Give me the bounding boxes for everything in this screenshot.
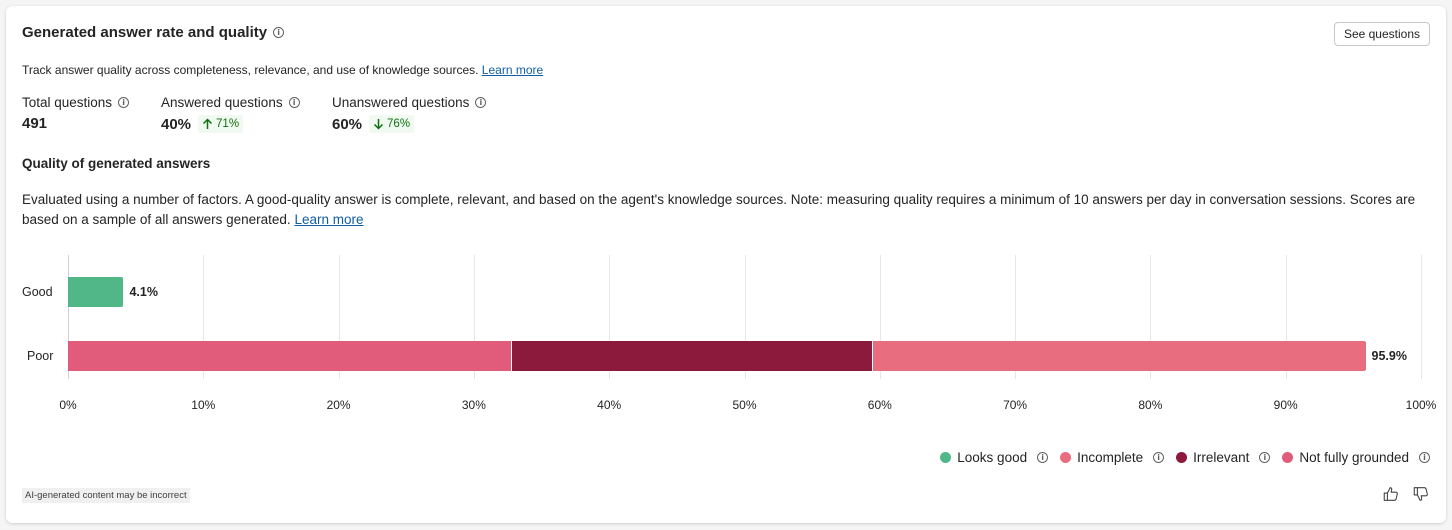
learn-more-link[interactable]: Learn more: [482, 63, 543, 77]
legend-item-looks-good[interactable]: Looks good i: [940, 450, 1049, 465]
metric-label-text: Answered questions: [161, 95, 283, 110]
x-tick-label: 20%: [326, 398, 351, 412]
info-icon[interactable]: i: [288, 97, 300, 108]
thumbs-up-icon[interactable]: [1382, 485, 1400, 503]
x-tick-label: 60%: [867, 398, 892, 412]
quality-description: Evaluated using a number of factors. A g…: [22, 190, 1432, 230]
y-category-label: Poor: [27, 349, 54, 363]
metric-total-questions: Total questions i 491: [22, 95, 161, 133]
quality-description-text: Evaluated using a number of factors. A g…: [22, 192, 1416, 227]
x-tick-label: 50%: [732, 398, 757, 412]
arrow-down-icon: [374, 119, 384, 130]
x-tick-label: 10%: [191, 398, 216, 412]
info-icon[interactable]: i: [1037, 452, 1049, 463]
feedback-buttons: [1382, 485, 1430, 503]
legend-label: Not fully grounded: [1299, 450, 1409, 465]
delta-badge: 76%: [369, 115, 415, 133]
quality-bar-chart: 0% 10% 20% 30% 40% 50% 60% 70% 80% 90% 100% Good Poo…: [6, 246, 1446, 426]
legend-item-incomplete[interactable]: Incomplete i: [1060, 450, 1165, 465]
info-icon[interactable]: i: [1259, 452, 1271, 463]
grid-line: [1421, 255, 1422, 379]
metric-label: Total questions i: [22, 95, 161, 110]
info-icon[interactable]: i: [1153, 452, 1165, 463]
x-tick-label: 80%: [1138, 398, 1163, 412]
metric-value-row: 491: [22, 115, 161, 132]
x-tick-label: 40%: [597, 398, 622, 412]
ai-disclaimer: AI-generated content may be incorrect: [22, 488, 190, 503]
metric-label: Answered questions i: [161, 95, 332, 110]
delta-value: 71%: [216, 118, 240, 130]
card-title: Generated answer rate and quality: [22, 24, 268, 41]
x-tick-label: 30%: [461, 398, 486, 412]
x-tick-label: 0%: [59, 398, 77, 412]
card-description: Track answer quality across completeness…: [22, 63, 543, 77]
thumbs-down-icon[interactable]: [1412, 485, 1430, 503]
metric-label: Unanswered questions i: [332, 95, 522, 110]
metric-value: 60%: [332, 115, 363, 133]
chart-legend: Looks good i Incomplete i Irrelevant i Not ful…: [940, 450, 1430, 465]
legend-label: Incomplete: [1077, 450, 1144, 465]
metric-value: 40%: [161, 115, 192, 133]
legend-swatch: [1060, 452, 1072, 463]
info-icon[interactable]: i: [118, 97, 130, 108]
info-icon[interactable]: i: [1419, 452, 1430, 463]
info-icon[interactable]: i: [475, 97, 487, 108]
legend-swatch: [1282, 452, 1294, 463]
delta-value: 76%: [387, 118, 411, 130]
metric-value: 491: [22, 115, 48, 132]
answer-quality-card: Generated answer rate and quality i See …: [6, 6, 1446, 523]
metric-unanswered-questions: Unanswered questions i 60% 76%: [332, 95, 522, 133]
arrow-up-icon: [203, 118, 213, 129]
legend-item-irrelevant[interactable]: Irrelevant i: [1176, 450, 1271, 465]
quality-section-title: Quality of generated answers: [22, 156, 211, 171]
delta-badge: 71%: [198, 115, 244, 133]
legend-swatch: [1176, 452, 1188, 463]
see-questions-button[interactable]: See questions: [1333, 22, 1430, 46]
x-tick-label: 70%: [1003, 398, 1028, 412]
metric-value-row: 40% 71%: [161, 115, 332, 133]
quality-learn-more-link[interactable]: Learn more: [294, 212, 363, 227]
legend-swatch: [940, 452, 952, 463]
bar-segment-not-fully-grounded[interactable]: [68, 341, 511, 371]
metric-answered-questions: Answered questions i 40% 71%: [161, 95, 332, 133]
metric-label-text: Unanswered questions: [332, 95, 470, 110]
y-category-label: Good: [22, 285, 53, 299]
legend-label: Looks good: [957, 450, 1028, 465]
card-header: Generated answer rate and quality i: [22, 24, 285, 41]
bar-segment-looks-good[interactable]: [68, 277, 124, 307]
x-tick-label: 90%: [1273, 398, 1298, 412]
card-description-text: Track answer quality across completeness…: [22, 63, 479, 77]
bar-total-label: 95.9%: [1371, 349, 1407, 363]
bar-segment-incomplete[interactable]: [873, 341, 1366, 371]
info-icon[interactable]: i: [273, 27, 285, 38]
legend-label: Irrelevant: [1193, 450, 1250, 465]
metric-label-text: Total questions: [22, 95, 113, 110]
legend-item-not-fully-grounded[interactable]: Not fully grounded i: [1282, 450, 1430, 465]
metric-value-row: 60% 76%: [332, 115, 522, 133]
metrics-row: Total questions i 491 Answered questions…: [22, 95, 522, 133]
x-tick-label: 100%: [1405, 398, 1437, 412]
bar-total-label: 4.1%: [129, 285, 158, 299]
bar-segment-irrelevant[interactable]: [511, 341, 873, 371]
